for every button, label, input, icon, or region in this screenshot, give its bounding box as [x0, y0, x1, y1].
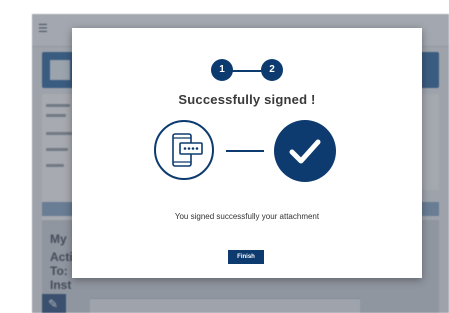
dialog-title: Successfully signed ! — [178, 92, 316, 107]
signature-illustration — [154, 120, 340, 186]
illustration-connector — [226, 150, 264, 152]
phone-circle — [154, 120, 214, 180]
step-2-circle: 2 — [261, 59, 283, 81]
stepper: 1 2 — [211, 59, 283, 83]
success-message: You signed successfully your attachment — [174, 212, 320, 221]
check-circle — [274, 120, 336, 182]
stepper-connector — [231, 70, 263, 72]
phone-with-code-icon — [172, 133, 203, 167]
success-dialog: 1 2 Successfully signed ! You signed suc… — [72, 28, 422, 278]
finish-button[interactable]: Finish — [228, 250, 264, 264]
checkmark-icon — [289, 139, 321, 164]
screen: ☰ My Acti To: Inst ✎ 1 2 Successfully si… — [0, 0, 449, 313]
step-1-circle: 1 — [211, 59, 233, 81]
